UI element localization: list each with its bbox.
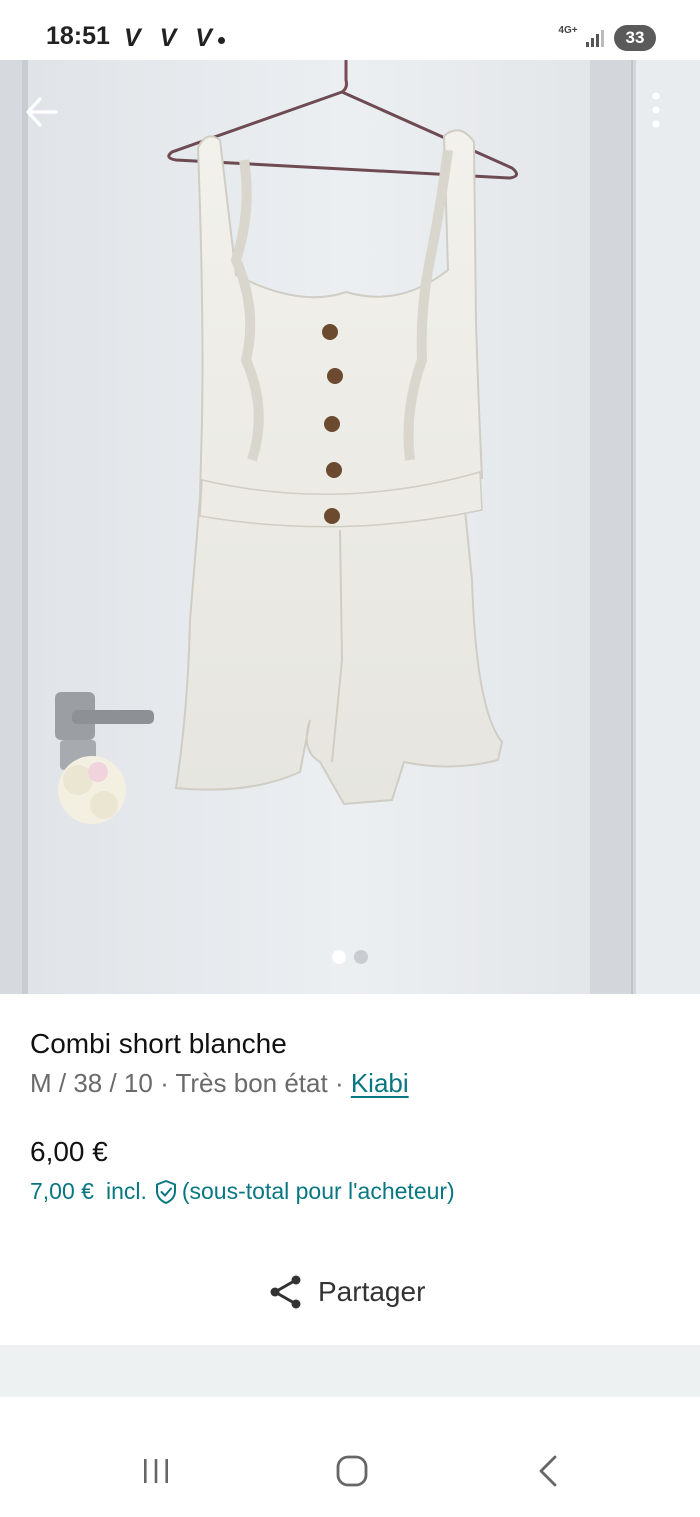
item-condition: Très bon état	[175, 1068, 328, 1098]
product-photo[interactable]	[0, 60, 700, 994]
meta-separator: ·	[152, 1068, 176, 1098]
home-icon[interactable]	[330, 1453, 374, 1489]
meta-separator: ·	[327, 1068, 351, 1098]
back-arrow-icon[interactable]	[18, 88, 66, 136]
back-icon[interactable]	[527, 1453, 571, 1489]
page-dot-active[interactable]	[332, 950, 346, 964]
share-label: Partager	[318, 1276, 426, 1307]
buyer-price-amount: 7,00 €	[30, 1178, 94, 1204]
brand-link[interactable]: Kiabi	[351, 1068, 409, 1098]
notification-icons: V V V	[124, 24, 218, 52]
item-size: M / 38 / 10	[30, 1068, 153, 1098]
share-icon	[270, 1275, 301, 1309]
network-type-label: 4G+	[558, 25, 578, 36]
shield-check-icon	[155, 1179, 176, 1204]
buyer-protection-price[interactable]: 7,00 € incl. (sous-total pour l'acheteur…	[30, 1178, 455, 1205]
page-dot[interactable]	[354, 950, 368, 964]
more-notifications-dot-icon	[218, 37, 225, 44]
buyer-price-incl: incl.	[105, 1178, 147, 1204]
signal-icon	[586, 30, 604, 47]
recent-apps-icon[interactable]	[134, 1453, 178, 1489]
more-vertical-icon[interactable]	[634, 86, 678, 134]
status-bar: 18:51 V V V 4G+ 33	[0, 0, 700, 60]
item-attributes: M / 38 / 10 · Très bon état · Kiabi	[30, 1068, 409, 1099]
product-photo-image	[0, 60, 700, 994]
buyer-price-note: (sous-total pour l'acheteur)	[181, 1178, 455, 1204]
item-title: Combi short blanche	[30, 1028, 287, 1059]
system-nav-bar	[0, 1397, 700, 1517]
status-time: 18:51	[46, 22, 110, 50]
item-price: 6,00 €	[30, 1136, 108, 1167]
battery-indicator: 33	[614, 25, 656, 51]
photo-pagination-dots[interactable]	[330, 950, 370, 964]
share-button[interactable]: Partager	[266, 1268, 425, 1316]
section-divider	[0, 1345, 700, 1397]
